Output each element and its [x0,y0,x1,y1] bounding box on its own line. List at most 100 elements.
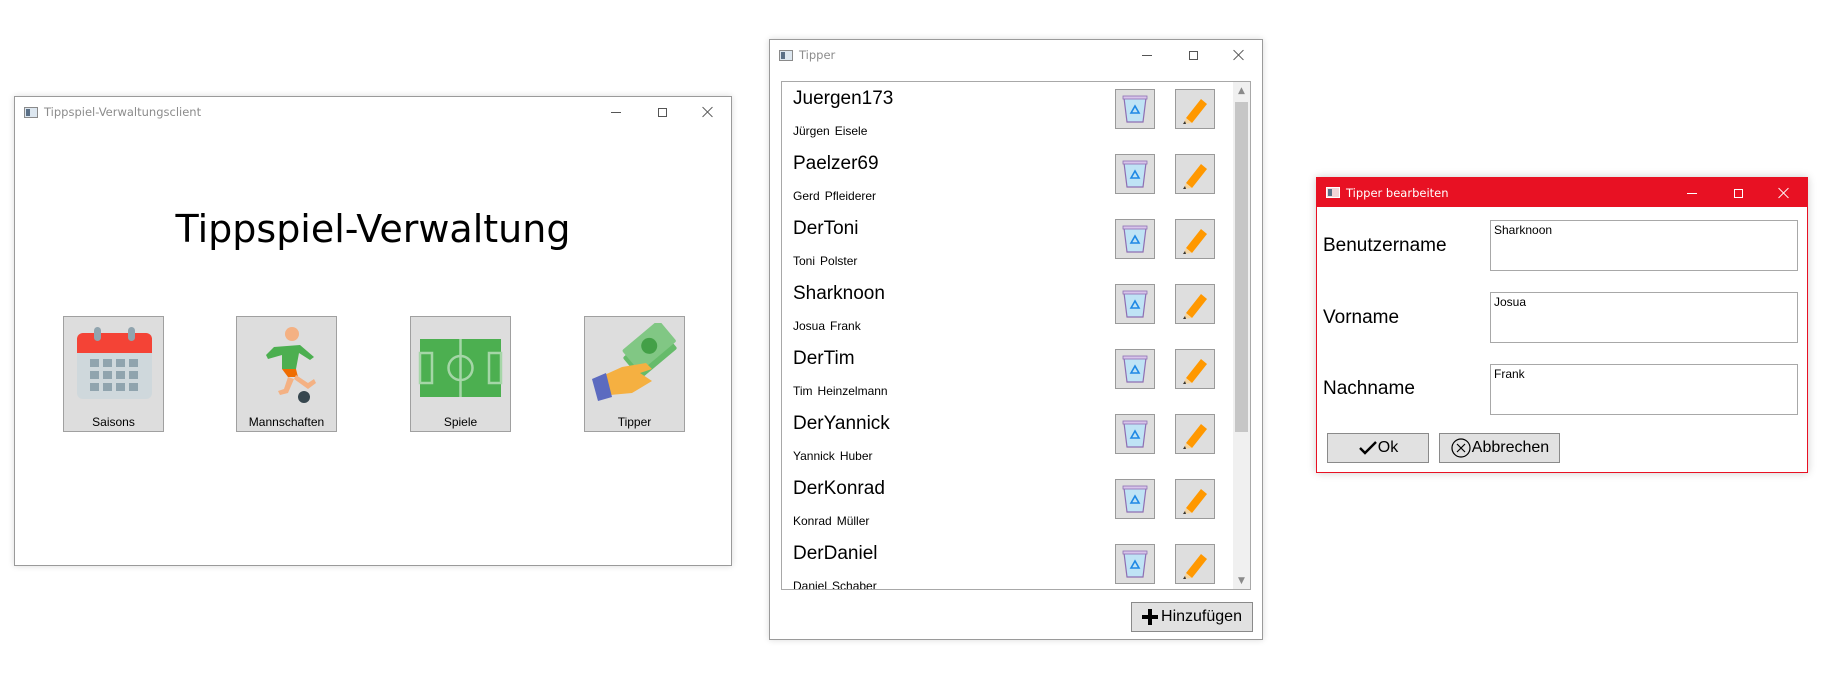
lastname-label: Nachname [1323,378,1415,399]
minimize-button[interactable] [1669,178,1715,208]
main-window-title: Tippspiel-Verwaltungsclient [44,105,202,119]
vertical-scrollbar[interactable]: ▲ ▼ [1233,82,1250,589]
close-icon [702,106,714,118]
tipper-list[interactable]: DerDaniel Daniel Schaber DerKonrad Konrad Mül… [781,81,1251,590]
scroll-thumb[interactable] [1235,102,1248,432]
tipper-list-item[interactable]: DerDaniel Daniel Schaber [782,537,1232,590]
recycle-bin-icon [1122,355,1148,383]
delete-tipper-button[interactable] [1115,154,1155,194]
tipper-list-item[interactable]: DerTim Tim Heinzelmann [782,342,1232,407]
tipper-firstname: Konrad [793,514,832,528]
tipper-firstname: Tim [793,384,813,398]
tipper-list-item[interactable]: Paelzer69 Gerd Pfleiderer [782,147,1232,212]
tipper-list-item[interactable]: Juergen173 Jürgen Eisele [782,82,1232,147]
close-button[interactable] [1216,40,1262,70]
edit-tipper-button[interactable] [1175,219,1215,259]
tipper-username: DerToni [793,218,859,239]
tipper-fullname: Gerd Pfleiderer [793,189,876,203]
tipper-lastname: Müller [836,514,870,528]
tile-tipper-label: Tipper [617,415,652,429]
edit-tipper-button[interactable] [1175,154,1215,194]
minimize-button[interactable] [1124,40,1170,70]
pencil-icon [1183,554,1207,579]
username-field[interactable]: Sharknoon [1490,220,1798,271]
cancel-label: Abbrechen [1471,439,1550,456]
tipper-fullname: Daniel Schaber [793,579,877,590]
cancel-button[interactable]: Abbrechen [1439,433,1560,463]
maximize-icon [1733,188,1743,198]
tipper-fullname: Jürgen Eisele [793,124,867,138]
app-window-icon [1326,187,1340,198]
tipper-fullname: Toni Polster [793,254,857,268]
tipper-firstname: Toni [793,254,816,268]
delete-tipper-button[interactable] [1115,414,1155,454]
edit-tipper-button[interactable] [1175,479,1215,519]
scroll-up-button[interactable]: ▲ [1233,82,1250,99]
add-tipper-button[interactable]: Hinzufügen [1131,602,1253,632]
close-icon [1778,187,1790,199]
tipper-list-item[interactable]: Sharknoon Josua Frank [782,277,1232,342]
ok-button[interactable]: Ok [1327,433,1429,463]
edit-tipper-button[interactable] [1175,414,1215,454]
tipper-lastname: Pfleiderer [824,189,877,203]
maximize-button[interactable] [1170,40,1216,70]
tipper-fullname: Josua Frank [793,319,861,333]
tile-tipper-button[interactable]: Tipper [584,316,685,432]
tipper-lastname: Frank [830,319,861,333]
tipper-lastname: Heinzelmann [817,384,888,398]
edit-dialog-titlebar[interactable]: Tipper bearbeiten [1317,178,1807,207]
tile-mannschaften-button[interactable]: Mannschaften [236,316,337,432]
edit-tipper-dialog: Tipper bearbeiten Benutzername Sharknoon… [1316,177,1808,473]
minimize-icon [611,111,621,113]
close-button[interactable] [685,97,731,127]
delete-tipper-button[interactable] [1115,544,1155,584]
pencil-icon [1183,294,1207,319]
firstname-label: Vorname [1323,307,1400,328]
edit-tipper-button[interactable] [1175,284,1215,324]
recycle-bin-icon [1122,160,1148,188]
maximize-button[interactable] [639,97,685,127]
lastname-field[interactable]: Frank [1490,364,1798,415]
tipper-lastname: Huber [839,449,873,463]
tipper-firstname: Daniel [793,579,828,590]
maximize-button[interactable] [1715,178,1761,208]
delete-tipper-button[interactable] [1115,349,1155,389]
tipper-list-item[interactable]: DerKonrad Konrad Müller [782,472,1232,537]
ok-label: Ok [1377,439,1399,456]
recycle-bin-icon [1122,95,1148,123]
tipper-firstname: Yannick [793,449,835,463]
edit-tipper-button[interactable] [1175,349,1215,389]
firstname-field[interactable]: Josua [1490,292,1798,343]
edit-tipper-button[interactable] [1175,544,1215,584]
delete-tipper-button[interactable] [1115,479,1155,519]
recycle-bin-icon [1122,420,1148,448]
tipper-list-item[interactable]: DerYannick Yannick Huber [782,407,1232,472]
tipper-window-titlebar[interactable]: Tipper [770,40,1262,70]
soccer-field-icon [418,339,503,397]
pencil-icon [1183,164,1207,189]
tile-saisons-button[interactable]: Saisons [63,316,164,432]
tipper-username: Juergen173 [793,88,894,109]
tipper-firstname: Josua [793,319,826,333]
username-label: Benutzername [1323,235,1447,256]
recycle-bin-icon [1122,485,1148,513]
tipper-lastname: Polster [820,254,858,268]
tipper-list-item[interactable]: DerToni Toni Polster [782,212,1232,277]
close-button[interactable] [1761,178,1807,208]
delete-tipper-button[interactable] [1115,89,1155,129]
page-title: Tippspiel-Verwaltung [175,207,571,251]
tile-saisons-label: Saisons [92,415,135,429]
minimize-button[interactable] [593,97,639,127]
tile-mannschaften-label: Mannschaften [248,415,325,429]
scroll-down-button[interactable]: ▼ [1233,572,1250,589]
tipper-username: DerYannick [793,413,890,434]
tile-spiele-button[interactable]: Spiele [410,316,511,432]
tipper-lastname: Schaber [832,579,877,590]
edit-tipper-button[interactable] [1175,89,1215,129]
delete-tipper-button[interactable] [1115,284,1155,324]
delete-tipper-button[interactable] [1115,219,1155,259]
tipper-username: DerDaniel [793,543,878,564]
maximize-icon [1188,50,1198,60]
main-window-titlebar[interactable]: Tippspiel-Verwaltungsclient [15,97,731,127]
checkmark-icon [1358,441,1377,455]
